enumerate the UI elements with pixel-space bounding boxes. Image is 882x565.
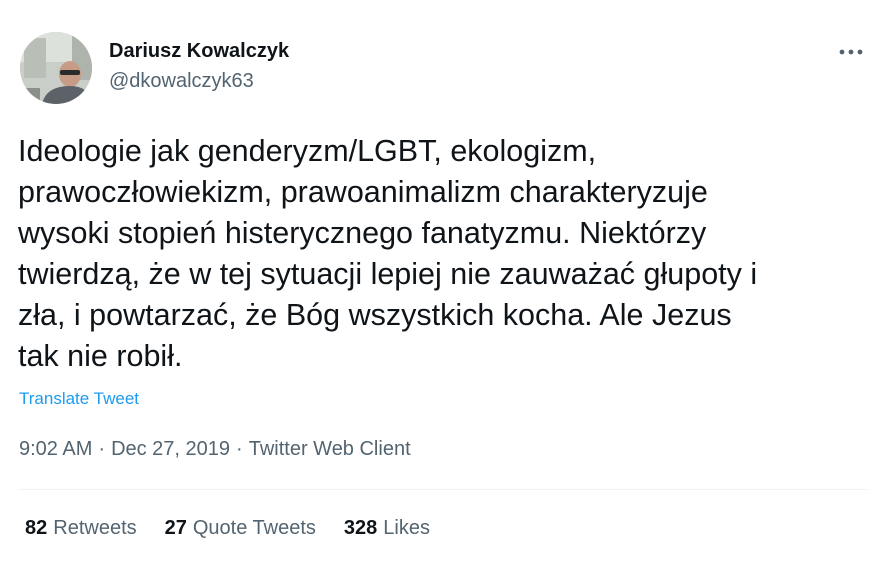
tweet-text-line: Ideologie jak genderyzm/LGBT, ekologizm, bbox=[18, 134, 597, 168]
meta-separator: · bbox=[98, 438, 106, 460]
tweet-date[interactable]: Dec 27, 2019 bbox=[111, 438, 230, 460]
more-options-button[interactable] bbox=[834, 40, 868, 64]
tweet-text-line: twierdzą, że w tej sytuacji lepiej nie z… bbox=[18, 257, 758, 291]
author-handle[interactable]: @dkowalczyk63 bbox=[109, 70, 254, 93]
author-name[interactable]: Dariusz Kowalczyk bbox=[109, 40, 289, 63]
meta-separator: · bbox=[236, 438, 243, 460]
tweet-client[interactable]: Twitter Web Client bbox=[249, 438, 411, 460]
more-horizontal-icon bbox=[839, 49, 863, 55]
translate-tweet-link[interactable]: Translate Tweet bbox=[19, 389, 139, 409]
quote-tweets-stat[interactable]: 27 Quote Tweets bbox=[165, 517, 316, 540]
quote-tweets-count: 27 bbox=[164, 517, 187, 539]
tweet-time[interactable]: 9:02 AM bbox=[19, 438, 92, 460]
tweet-text-line: zła, i powtarzać, że Bóg wszystkich koch… bbox=[18, 298, 732, 332]
tweet-stats: 82 Retweets 27 Quote Tweets 328 Likes bbox=[25, 517, 458, 540]
tweet-text-line: wysoki stopień histerycznego fanatyzmu. … bbox=[18, 216, 707, 250]
likes-count: 328 bbox=[343, 517, 378, 539]
avatar[interactable] bbox=[20, 32, 92, 104]
likes-label: Likes bbox=[383, 517, 430, 539]
tweet-text: Ideologie jak genderyzm/LGBT, ekologizm,… bbox=[18, 131, 868, 377]
quote-tweets-label: Quote Tweets bbox=[192, 517, 316, 539]
divider bbox=[19, 489, 868, 490]
avatar-photo bbox=[20, 32, 92, 104]
tweet-meta: 9:02 AM · Dec 27, 2019 · Twitter Web Client bbox=[19, 438, 411, 461]
retweets-stat[interactable]: 82 Retweets bbox=[25, 517, 137, 540]
retweets-count: 82 bbox=[25, 517, 48, 539]
retweets-label: Retweets bbox=[53, 517, 137, 539]
tweet-text-line: tak nie robił. bbox=[18, 339, 183, 373]
tweet-text-line: prawoczłowiekizm, prawoanimalizm charakt… bbox=[18, 175, 708, 209]
tweet-card: Dariusz Kowalczyk @dkowalczyk63 Ideologi… bbox=[0, 0, 882, 565]
likes-stat[interactable]: 328 Likes bbox=[344, 517, 430, 540]
